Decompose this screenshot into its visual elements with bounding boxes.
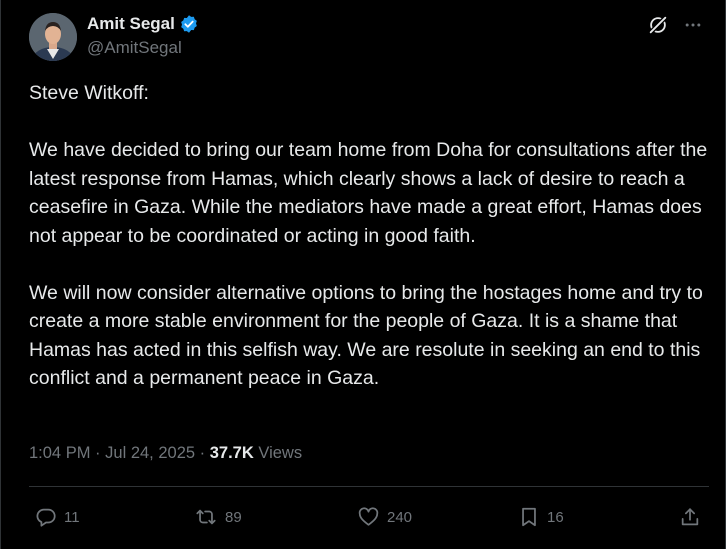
avatar[interactable] [29,13,77,61]
like-count: 240 [387,508,413,526]
grok-icon[interactable] [647,14,669,36]
heart-icon [358,507,379,526]
bookmark-button[interactable]: 16 [518,506,564,528]
repost-icon [196,509,216,525]
divider [29,486,709,487]
author-display-name[interactable]: Amit Segal [87,14,175,34]
repost-button[interactable]: 89 [194,506,242,528]
views-count[interactable]: 37.7K [210,444,254,462]
author-name-row: Amit Segal [87,14,199,34]
action-bar: 11 89 240 16 [1,506,726,532]
top-icons [647,14,703,36]
bookmark-count: 16 [547,508,564,526]
views-label: Views [258,444,303,462]
reply-icon [36,508,56,527]
author-handle[interactable]: @AmitSegal [87,38,182,58]
meta-separator: · [199,444,210,462]
meta-separator: · [95,444,106,462]
repost-count: 89 [225,508,242,526]
reply-button[interactable]: 11 [35,506,80,528]
tweet-metadata: 1:04 PM · Jul 24, 2025 · 37.7K Views [29,444,302,463]
share-button[interactable] [679,506,701,528]
reply-count: 11 [64,508,80,526]
tweet-text: Steve Witkoff: We have decided to bring … [29,82,708,389]
tweet-card: Amit Segal @AmitSegal Steve Witkoff: We … [0,0,726,549]
like-button[interactable]: 240 [357,506,412,528]
more-icon[interactable] [683,15,703,35]
bookmark-icon [522,507,536,527]
share-icon [681,508,699,526]
tweet-date[interactable]: Jul 24, 2025 [105,444,195,462]
verified-badge-icon [181,15,197,33]
tweet-time[interactable]: 1:04 PM [29,444,90,462]
